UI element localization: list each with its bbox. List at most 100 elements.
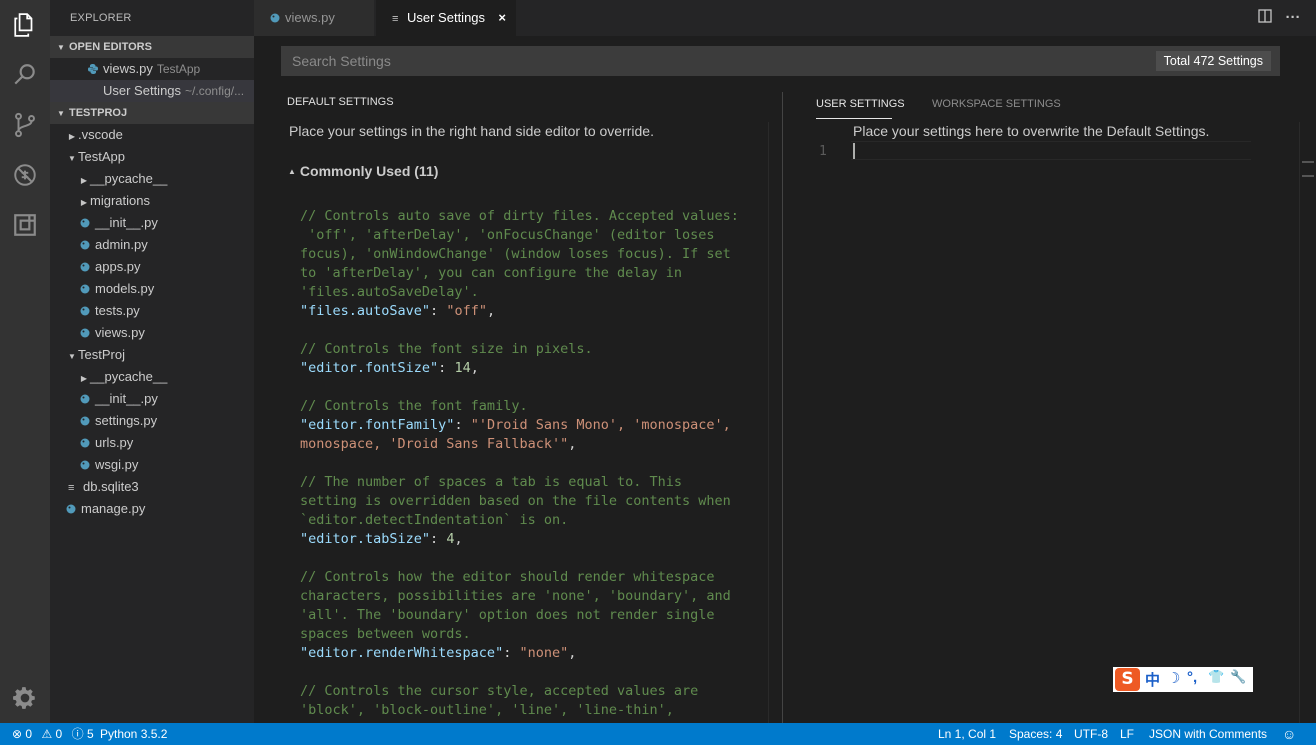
tree-file[interactable]: ≡ db.sqlite3 bbox=[50, 476, 254, 498]
source-control-icon[interactable] bbox=[0, 100, 50, 150]
project-section[interactable]: ▼ TESTPROJ bbox=[50, 102, 254, 124]
open-editor-views[interactable]: views.py TestApp bbox=[50, 58, 254, 80]
close-icon[interactable]: × bbox=[498, 0, 506, 36]
files-icon[interactable] bbox=[0, 0, 50, 50]
code-line: 'off', 'afterDelay', 'onFocusChange' (ed… bbox=[300, 226, 770, 245]
line-ending[interactable]: LF bbox=[1120, 723, 1134, 745]
encoding[interactable]: UTF-8 bbox=[1074, 723, 1108, 745]
tree-label: TestProj bbox=[78, 347, 125, 362]
tree-file[interactable]: apps.py bbox=[50, 256, 254, 278]
split-editor-icon[interactable] bbox=[1256, 9, 1274, 27]
code-comment: // Controls the font size in pixels. bbox=[300, 341, 593, 357]
search-input[interactable] bbox=[281, 46, 1141, 76]
open-editor-desc: TestApp bbox=[156, 62, 201, 76]
code-comment: 'all'. The 'boundary' option does not re… bbox=[300, 607, 715, 623]
current-line-highlight bbox=[851, 141, 1251, 160]
tree-file[interactable]: tests.py bbox=[50, 300, 254, 322]
chinese-mode-icon[interactable]: 中 bbox=[1145, 669, 1160, 690]
tree-label: __init__.py bbox=[95, 391, 158, 406]
tree-folder-vscode[interactable]: ▶ .vscode bbox=[50, 124, 254, 146]
code-comment: // Controls how the editor should render… bbox=[300, 569, 715, 585]
code-line: "editor.fontFamily": "'Droid Sans Mono',… bbox=[300, 416, 770, 435]
tree-file[interactable]: models.py bbox=[50, 278, 254, 300]
settings-gear-icon[interactable] bbox=[0, 673, 50, 723]
code-comment: // The number of spaces a tab is equal t… bbox=[300, 474, 683, 490]
tree-file[interactable]: __init__.py bbox=[50, 212, 254, 234]
python-file-icon bbox=[80, 438, 90, 448]
setting-value: "off" bbox=[446, 303, 487, 319]
feedback-smiley-icon[interactable]: ☺ bbox=[1282, 723, 1296, 745]
setting-value: monospace, 'Droid Sans Fallback'" bbox=[300, 436, 569, 452]
tree-file[interactable]: settings.py bbox=[50, 410, 254, 432]
tree-file[interactable]: wsgi.py bbox=[50, 454, 254, 476]
tab-workspace-settings[interactable]: WORKSPACE SETTINGS bbox=[932, 98, 1061, 110]
code-punctuation: , bbox=[486, 303, 496, 319]
open-editor-user-settings[interactable]: User Settings ~/.config/... bbox=[50, 80, 254, 102]
tree-file[interactable]: admin.py bbox=[50, 234, 254, 256]
python-interpreter[interactable]: Python 3.5.2 bbox=[100, 723, 167, 745]
cursor-position[interactable]: Ln 1, Col 1 bbox=[938, 723, 996, 745]
code-line: "editor.tabSize": 4, bbox=[300, 530, 770, 549]
code-line: // The number of spaces a tab is equal t… bbox=[300, 473, 770, 492]
extensions-icon[interactable] bbox=[0, 200, 50, 250]
python-file-icon bbox=[80, 416, 90, 426]
chevron-down-icon: ▼ bbox=[68, 154, 76, 163]
language-mode[interactable]: JSON with Comments bbox=[1149, 723, 1267, 745]
open-editors-section[interactable]: ▼ OPEN EDITORS bbox=[50, 36, 254, 58]
file-lines-icon: ≡ bbox=[68, 482, 75, 494]
python-file-icon bbox=[80, 284, 90, 294]
moon-icon[interactable]: ☽ bbox=[1167, 669, 1180, 687]
tree-label: models.py bbox=[95, 281, 155, 296]
tree-file[interactable]: manage.py bbox=[50, 498, 254, 520]
tree-label: views.py bbox=[95, 325, 145, 340]
problems-indicator[interactable]: ⊗ 0 ⚠ 0 ⓘ 5 bbox=[12, 723, 94, 745]
more-actions-icon[interactable]: ··· bbox=[1284, 9, 1302, 27]
tree-label: tests.py bbox=[95, 303, 140, 318]
tree-file[interactable]: views.py bbox=[50, 322, 254, 344]
warning-count: 0 bbox=[55, 727, 63, 741]
tree-folder-pycache[interactable]: ▶ __pycache__ bbox=[50, 366, 254, 388]
tab-views-py[interactable]: views.py bbox=[254, 0, 374, 36]
chevron-down-icon: ▼ bbox=[57, 43, 65, 52]
code-line: 'files.autoSaveDelay'. bbox=[300, 283, 770, 302]
debug-icon[interactable] bbox=[0, 150, 50, 200]
tree-folder-pycache[interactable]: ▶ __pycache__ bbox=[50, 168, 254, 190]
indentation[interactable]: Spaces: 4 bbox=[1009, 723, 1062, 745]
code-comment: // Controls auto save of dirty files. Ac… bbox=[300, 208, 739, 224]
code-comment: // Controls the cursor style, accepted v… bbox=[300, 683, 699, 699]
default-settings-code[interactable]: // Controls auto save of dirty files. Ac… bbox=[300, 207, 770, 720]
search-icon[interactable] bbox=[0, 50, 50, 100]
line-number: 1 bbox=[819, 144, 827, 159]
code-line: focus), 'onWindowChange' (window loses f… bbox=[300, 245, 770, 264]
code-line: // Controls how the editor should render… bbox=[300, 568, 770, 587]
tree-label: wsgi.py bbox=[95, 457, 139, 472]
code-punctuation: : bbox=[503, 645, 520, 661]
commonly-used-group[interactable]: ▲ Commonly Used (11) bbox=[288, 163, 438, 179]
tree-folder-testapp[interactable]: ▼ TestApp bbox=[50, 146, 254, 168]
code-punctuation: : bbox=[430, 531, 447, 547]
default-settings-scrollbar[interactable] bbox=[768, 122, 782, 723]
tree-folder-migrations[interactable]: ▶ migrations bbox=[50, 190, 254, 212]
tree-file[interactable]: urls.py bbox=[50, 432, 254, 454]
text-cursor[interactable] bbox=[853, 143, 855, 159]
setting-value: "'Droid Sans Mono', 'monospace', bbox=[470, 417, 731, 433]
code-line: 'all'. The 'boundary' option does not re… bbox=[300, 606, 770, 625]
tab-user-settings-scope[interactable]: USER SETTINGS bbox=[816, 98, 905, 110]
wrench-icon[interactable]: 🔧 bbox=[1230, 669, 1246, 685]
sogou-logo-icon[interactable]: S bbox=[1115, 668, 1140, 691]
overview-ruler[interactable] bbox=[1299, 122, 1316, 723]
skin-icon[interactable]: 👕 bbox=[1208, 669, 1224, 685]
default-settings-pane: DEFAULT SETTINGS Place your settings in … bbox=[254, 86, 782, 723]
explorer-title: EXPLORER bbox=[70, 12, 132, 24]
setting-value: 14 bbox=[454, 360, 471, 376]
tab-user-settings[interactable]: ≡ User Settings × bbox=[376, 0, 516, 36]
tree-label: .vscode bbox=[78, 127, 123, 142]
code-comment: characters, possibilities are 'none', 'b… bbox=[300, 588, 731, 604]
info-count: 5 bbox=[86, 727, 94, 741]
tree-file[interactable]: __init__.py bbox=[50, 388, 254, 410]
tree-folder-testproj[interactable]: ▼ TestProj bbox=[50, 344, 254, 366]
punctuation-icon[interactable]: °, bbox=[1187, 669, 1197, 686]
code-punctuation: : bbox=[438, 360, 455, 376]
